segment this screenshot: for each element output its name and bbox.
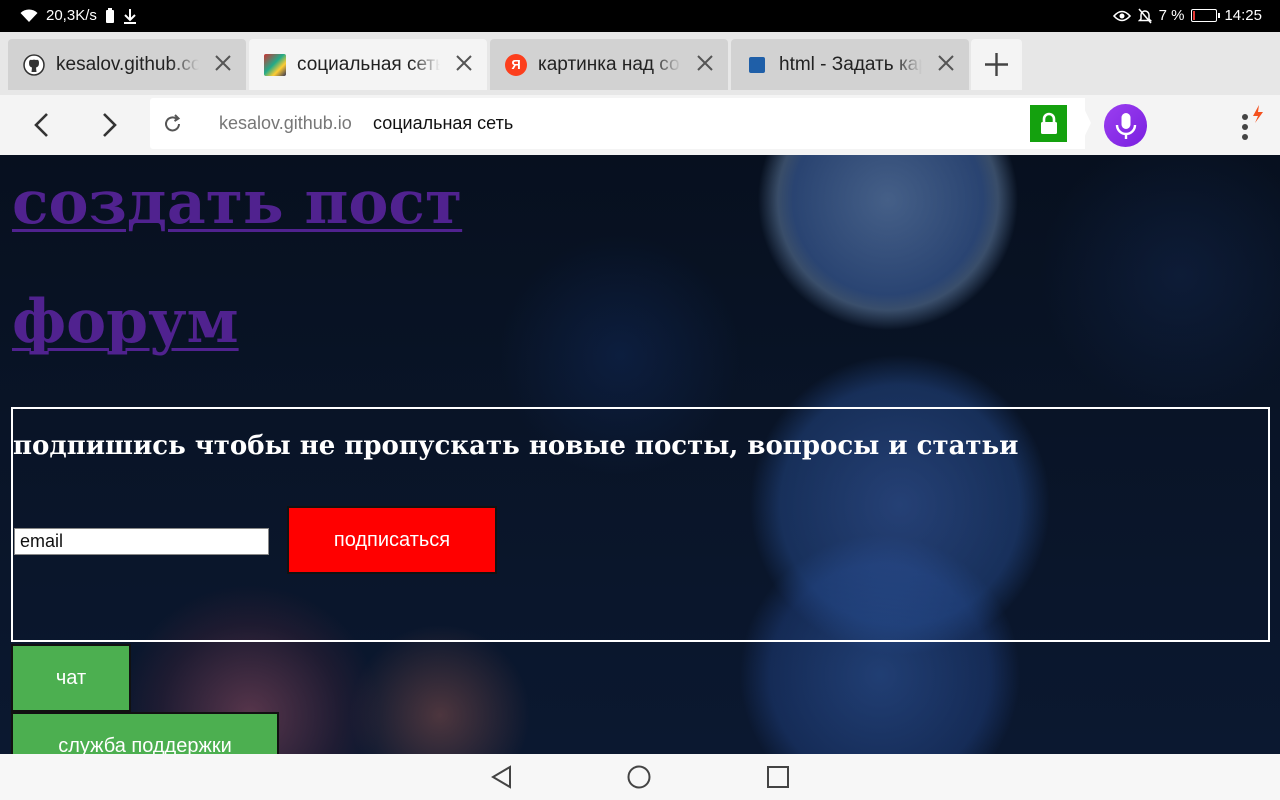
home-circle-icon[interactable] [627,765,651,789]
new-tab-button[interactable] [971,39,1022,90]
plus-icon [985,53,1008,76]
tab-title: картинка над со [538,53,680,75]
create-post-link[interactable]: создать пост [12,173,462,233]
tab-title: kesalov.github.com [56,53,199,75]
microphone-icon [1115,112,1136,139]
reload-icon[interactable] [162,113,184,135]
close-icon[interactable] [212,52,234,74]
page-content: создать пост форум подпишись чтобы не пр… [0,155,1280,754]
subscribe-form: подпишись чтобы не пропускать новые пост… [11,407,1270,642]
clock: 14:25 [1224,7,1262,24]
subscribe-heading: подпишись чтобы не пропускать новые пост… [13,431,1019,461]
stackoverflow-icon [749,56,765,73]
close-icon[interactable] [453,52,475,74]
tab-strip: kesalov.github.com социальная сеть Я кар… [0,32,1280,95]
support-button[interactable]: служба поддержки [11,712,279,754]
mute-notifications-icon [1137,8,1152,23]
battery-percent: 7 % [1158,7,1185,24]
close-icon[interactable] [935,52,957,74]
tab-title: социальная сеть [297,53,440,75]
tab-github[interactable]: kesalov.github.com [8,39,246,90]
email-field[interactable] [14,528,269,555]
github-icon [23,53,45,76]
system-navigation-bar [0,754,1280,800]
eye-icon [1112,10,1131,21]
recent-apps-square-icon[interactable] [766,765,790,789]
back-button[interactable] [24,107,60,143]
browser-toolbar: kesalov.github.io социальная сеть [0,95,1280,155]
tab-title: html - Задать кар [779,53,922,75]
download-icon [123,8,136,24]
menu-icon[interactable] [1228,103,1268,147]
url-domain: kesalov.github.io [219,113,352,133]
back-triangle-icon[interactable] [490,765,514,789]
voice-assistant-button[interactable] [1104,104,1147,147]
secure-lock-icon[interactable] [1030,105,1067,142]
tab-stackoverflow[interactable]: html - Задать кар [731,39,969,90]
address-bar-arrow [1079,98,1091,148]
battery-icon [1191,9,1221,22]
tab-yandex-search[interactable]: Я картинка над со [490,39,728,90]
network-speed: 20,3K/s [46,7,97,24]
address-bar[interactable]: kesalov.github.io социальная сеть [150,98,1085,149]
tab-social-network[interactable]: социальная сеть [249,39,487,90]
battery-saver-icon [105,7,114,23]
yandex-icon: Я [505,53,527,76]
subscribe-button[interactable]: подписаться [287,506,497,574]
forum-link[interactable]: форум [12,292,239,352]
status-bar: 20,3K/s 7 % 14:25 [0,0,1280,32]
wifi-icon [20,8,38,22]
forward-button[interactable] [91,107,127,143]
url-page-title: социальная сеть [373,113,514,133]
close-icon[interactable] [694,52,716,74]
site-favicon [264,53,286,76]
chat-button[interactable]: чат [11,644,131,712]
